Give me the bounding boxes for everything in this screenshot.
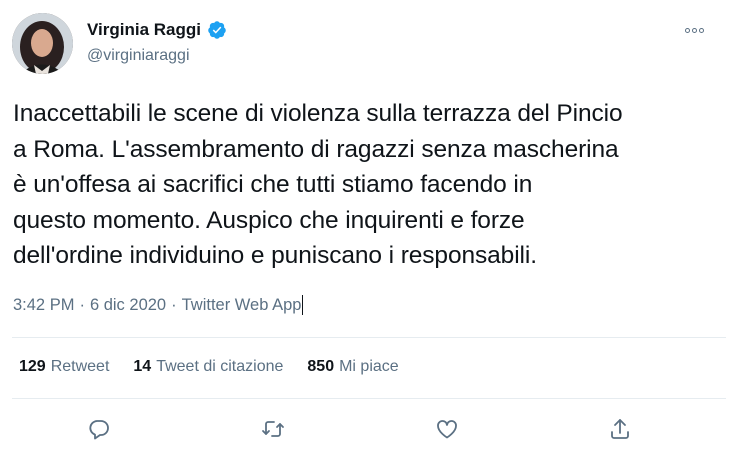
tweet-time[interactable]: 3:42 PM — [13, 296, 74, 315]
tweet-text: Inaccettabili le scene di violenza sulla… — [13, 100, 623, 270]
tweet-card: Virginia Raggi @virginiaraggi Inaccettab… — [0, 0, 750, 450]
avatar-image — [12, 13, 73, 74]
quote-stat[interactable]: 14 Tweet di citazione — [133, 358, 283, 376]
meta-separator-2: · — [171, 295, 177, 314]
more-options-icon[interactable] — [680, 20, 708, 40]
quote-count: 14 — [133, 358, 152, 375]
author-handle[interactable]: @virginiaraggi — [87, 47, 190, 65]
display-name[interactable]: Virginia Raggi — [87, 20, 201, 40]
tweet-meta: 3:42 PM · 6 dic 2020 · Twitter Web App — [13, 295, 304, 315]
like-count: 850 — [307, 358, 335, 375]
divider-bottom — [12, 398, 726, 399]
verified-badge-icon — [207, 20, 227, 40]
like-label: Mi piace — [339, 358, 399, 375]
retweet-label: Retweet — [50, 358, 110, 375]
avatar[interactable] — [12, 13, 73, 74]
meta-separator: · — [79, 295, 85, 314]
tweet-source[interactable]: Twitter Web App — [182, 296, 302, 315]
divider-top — [12, 337, 726, 338]
author-name-row: Virginia Raggi — [87, 20, 227, 40]
tweet-date[interactable]: 6 dic 2020 — [90, 296, 166, 315]
tweet-stats: 129 Retweet 14 Tweet di citazione 850 Mi… — [19, 358, 423, 376]
like-icon[interactable] — [430, 412, 464, 446]
text-cursor — [302, 295, 304, 315]
reply-icon[interactable] — [82, 412, 116, 446]
retweet-stat[interactable]: 129 Retweet — [19, 358, 109, 376]
share-icon[interactable] — [603, 412, 637, 446]
retweet-count: 129 — [19, 358, 46, 375]
action-bar — [0, 412, 750, 446]
retweet-icon[interactable] — [256, 412, 290, 446]
like-stat[interactable]: 850 Mi piace — [307, 358, 398, 376]
quote-label: Tweet di citazione — [156, 358, 284, 375]
